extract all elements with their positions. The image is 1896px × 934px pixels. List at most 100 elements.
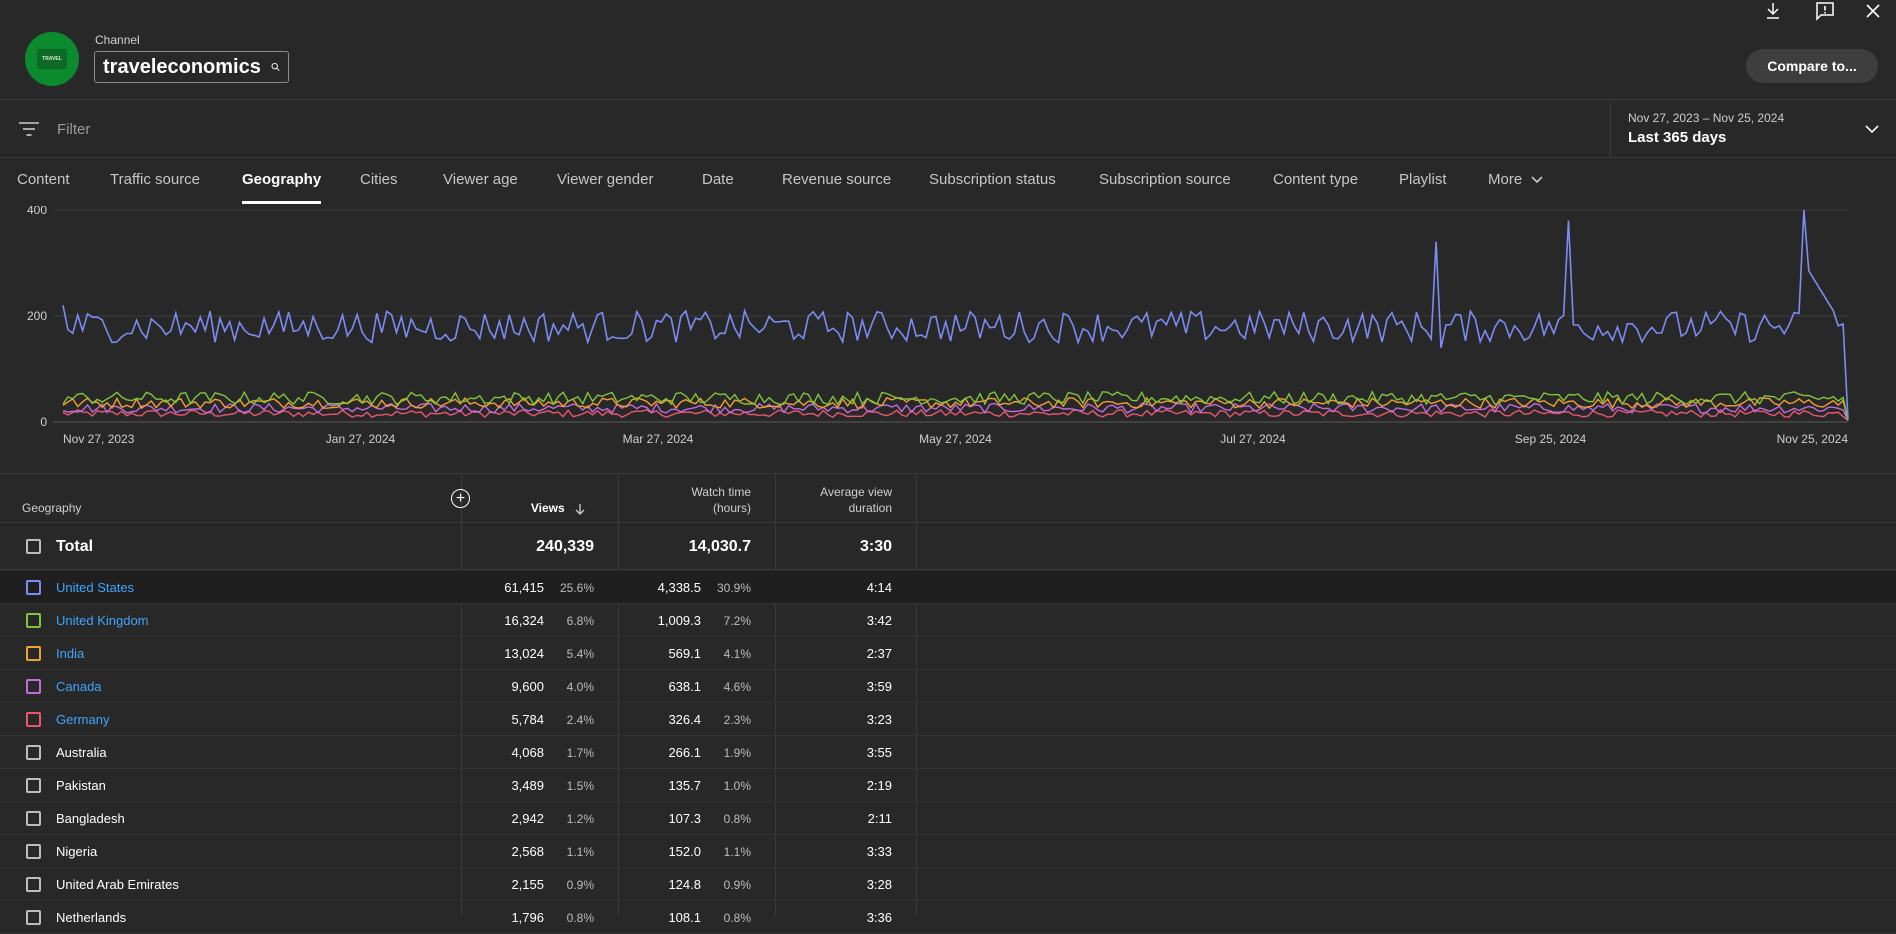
avd-value: 2:19	[866, 778, 892, 793]
views-value: 1,796	[511, 910, 544, 925]
views-percent: 5.4%	[566, 647, 594, 661]
watch-time-value: 107.3	[668, 811, 701, 826]
chevron-down-icon	[1531, 176, 1543, 184]
table-row[interactable]: United Kingdom 16,324 6.8% 1,009.3 7.2% 3:42	[0, 604, 1896, 637]
avd-value: 2:37	[866, 646, 892, 661]
watch-time-percent: 1.9%	[723, 746, 751, 760]
y-tick-label: 400	[27, 206, 47, 217]
channel-avatar[interactable]: TRAVEL	[25, 32, 79, 86]
table-row[interactable]: Australia 4,068 1.7% 266.1 1.9% 3:55	[0, 736, 1896, 769]
row-checkbox[interactable]	[26, 580, 41, 595]
views-percent: 25.6%	[559, 581, 594, 595]
tab-content-type[interactable]: Content type	[1273, 159, 1358, 206]
tab-viewer-gender[interactable]: Viewer gender	[557, 159, 653, 206]
tab-cities[interactable]: Cities	[360, 159, 398, 206]
total-checkbox[interactable]	[26, 539, 41, 554]
tab-viewer-age[interactable]: Viewer age	[443, 159, 518, 206]
table-row[interactable]: United Arab Emirates 2,155 0.9% 124.8 0.9% 3:…	[0, 868, 1896, 901]
x-tick-label: Nov 27, 2023	[63, 432, 135, 446]
row-checkbox[interactable]	[26, 679, 41, 694]
search-icon[interactable]	[271, 59, 280, 75]
watch-time-percent: 1.0%	[723, 779, 751, 793]
views-percent: 1.1%	[566, 845, 594, 859]
series-line-india	[62, 396, 1849, 421]
row-checkbox[interactable]	[26, 712, 41, 727]
country-name[interactable]: India	[56, 646, 84, 661]
tab-geography[interactable]: Geography	[242, 159, 322, 206]
country-name[interactable]: Canada	[56, 679, 102, 694]
row-checkbox[interactable]	[26, 646, 41, 661]
header-average-view-duration[interactable]: Average view duration	[798, 484, 892, 516]
table-row[interactable]: United States 61,415 25.6% 4,338.5 30.9% 4:14	[0, 571, 1896, 604]
watch-time-value: 4,338.5	[657, 580, 701, 595]
avd-value: 3:23	[866, 712, 892, 727]
x-tick-label: Sep 25, 2024	[1515, 432, 1587, 446]
x-tick-label: Jul 27, 2024	[1220, 432, 1286, 446]
country-name[interactable]: United Kingdom	[56, 613, 149, 628]
tab-revenue-source[interactable]: Revenue source	[782, 159, 891, 206]
download-icon[interactable]	[1762, 0, 1784, 22]
channel-selector[interactable]: traveleconomics	[94, 51, 289, 83]
views-percent: 2.4%	[566, 713, 594, 727]
table-row[interactable]: Canada 9,600 4.0% 638.1 4.6% 3:59	[0, 670, 1896, 703]
y-tick-label: 200	[27, 309, 47, 323]
tab-content[interactable]: Content	[17, 159, 70, 206]
views-value: 16,324	[504, 613, 544, 628]
table-row[interactable]: Pakistan 3,489 1.5% 135.7 1.0% 2:19	[0, 769, 1896, 802]
compare-button[interactable]: Compare to...	[1746, 49, 1878, 83]
watch-time-value: 266.1	[668, 745, 701, 760]
total-label: Total	[56, 538, 94, 555]
avd-value: 4:14	[866, 580, 892, 595]
views-value: 9,600	[511, 679, 544, 694]
table-row[interactable]: Nigeria 2,568 1.1% 152.0 1.1% 3:33	[0, 835, 1896, 868]
header-watch-time[interactable]: Watch time (hours)	[640, 484, 751, 516]
table-header: Geography + Views Watch time (hours) Ave…	[0, 474, 1896, 523]
country-name[interactable]: Germany	[56, 712, 109, 727]
row-checkbox[interactable]	[26, 745, 41, 760]
y-tick-label: 0	[40, 415, 47, 429]
arrow-down-icon	[575, 503, 585, 515]
filter-input[interactable]	[57, 117, 557, 141]
table-row[interactable]: India 13,024 5.4% 569.1 4.1% 2:37	[0, 637, 1896, 670]
row-checkbox[interactable]	[26, 811, 41, 826]
filter-bar: Nov 27, 2023 – Nov 25, 2024 Last 365 day…	[0, 101, 1896, 158]
header-geography[interactable]: Geography	[22, 500, 81, 516]
tab-date[interactable]: Date	[702, 159, 734, 206]
line-chart: 400 200 0 Nov 27, 2023 Jan 27, 2024 Mar 27, 2…	[0, 206, 1896, 451]
tab-subscription-status[interactable]: Subscription status	[929, 159, 1056, 206]
tab-subscription-source[interactable]: Subscription source	[1099, 159, 1231, 206]
dimension-tabs: Content Traffic source Geography Cities …	[0, 159, 1896, 206]
table-row[interactable]: Netherlands 1,796 0.8% 108.1 0.8% 3:36	[0, 901, 1896, 934]
country-name[interactable]: United States	[56, 580, 134, 595]
tab-more[interactable]: More	[1488, 159, 1544, 206]
feedback-icon[interactable]	[1814, 0, 1836, 22]
views-percent: 1.2%	[566, 812, 594, 826]
series-line-germany	[62, 408, 1849, 421]
row-checkbox[interactable]	[26, 910, 41, 925]
table-row[interactable]: Germany 5,784 2.4% 326.4 2.3% 3:23	[0, 703, 1896, 736]
row-checkbox[interactable]	[26, 877, 41, 892]
watch-time-percent: 4.6%	[723, 680, 751, 694]
tab-playlist[interactable]: Playlist	[1399, 159, 1447, 206]
row-checkbox[interactable]	[26, 844, 41, 859]
table-row[interactable]: Bangladesh 2,942 1.2% 107.3 0.8% 2:11	[0, 802, 1896, 835]
country-name: United Arab Emirates	[56, 877, 179, 892]
views-value: 2,942	[511, 811, 544, 826]
header-views[interactable]: Views	[520, 500, 586, 516]
country-name: Nigeria	[56, 844, 98, 859]
chevron-down-icon	[1865, 125, 1879, 134]
row-checkbox[interactable]	[26, 778, 41, 793]
close-icon[interactable]	[1862, 0, 1884, 22]
avd-value: 3:33	[866, 844, 892, 859]
tab-traffic-source[interactable]: Traffic source	[110, 159, 200, 206]
filter-icon[interactable]	[18, 120, 40, 138]
watch-time-percent: 30.9%	[716, 581, 751, 595]
row-checkbox[interactable]	[26, 613, 41, 628]
watch-time-percent: 0.8%	[723, 812, 751, 826]
x-tick-label: May 27, 2024	[919, 432, 992, 446]
date-range-text: Nov 27, 2023 – Nov 25, 2024	[1628, 111, 1785, 125]
add-metric-icon[interactable]: +	[451, 489, 470, 508]
views-percent: 6.8%	[566, 614, 594, 628]
date-range-picker[interactable]: Nov 27, 2023 – Nov 25, 2024 Last 365 day…	[1610, 101, 1896, 158]
total-watch-time: 14,030.7	[688, 538, 751, 555]
